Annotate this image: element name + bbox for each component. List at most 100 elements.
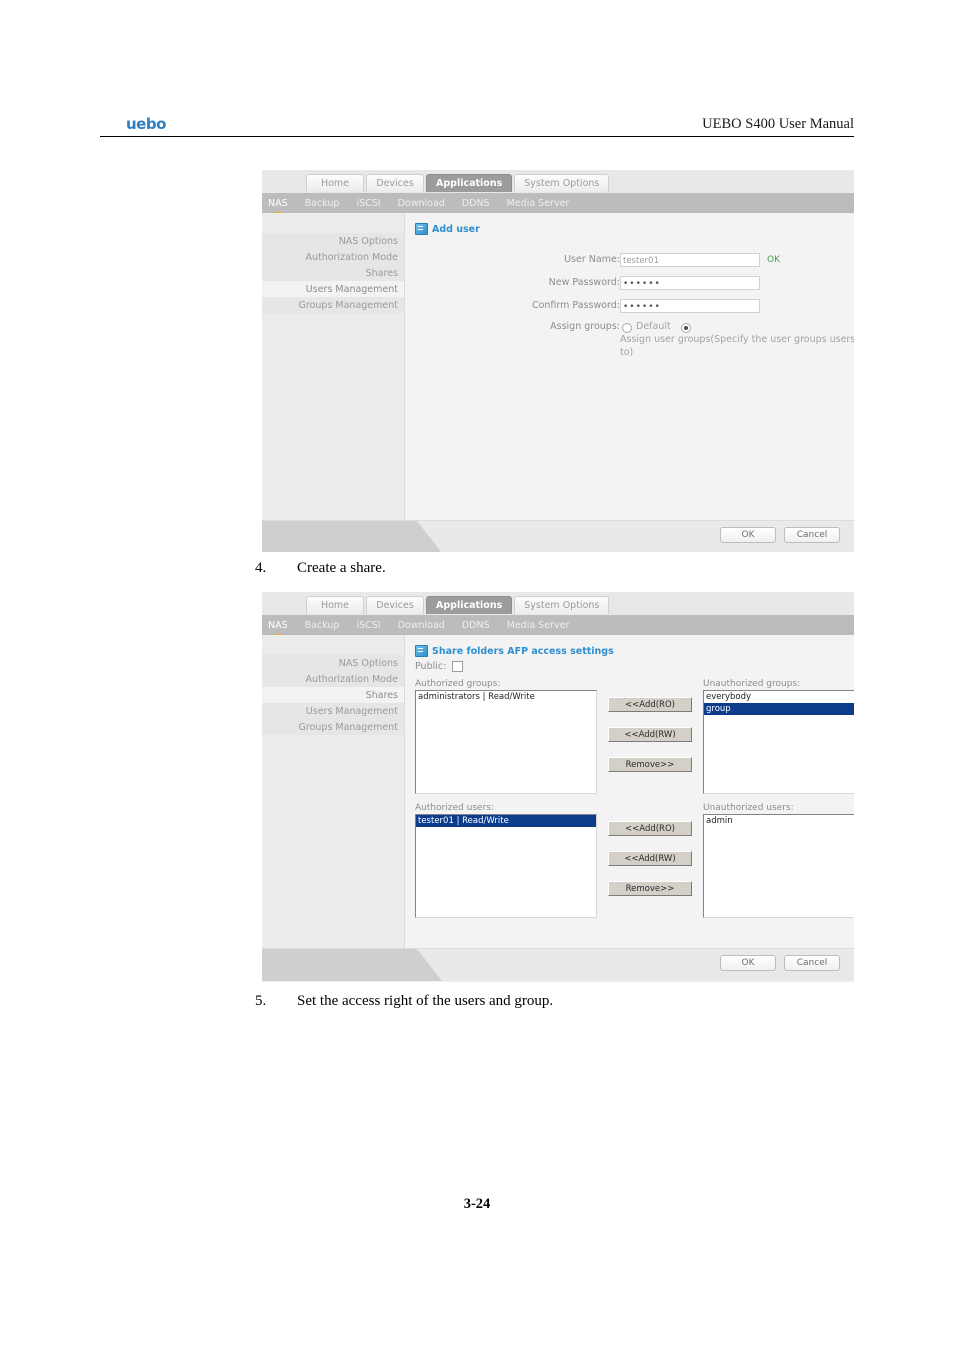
footer-bar: OK Cancel (262, 520, 854, 552)
content-panel-2: Share folders AFP access settings Public… (405, 635, 854, 948)
subnav-item-media-server[interactable]: Media Server (507, 620, 570, 631)
tab-home[interactable]: Home (306, 596, 364, 614)
nas-web-ui-2: Home Devices Applications System Options… (262, 592, 854, 982)
tab-devices[interactable]: Devices (366, 596, 424, 614)
unauthorized-users-list[interactable]: admin (703, 814, 854, 918)
users-body: tester01 | Read/Write <<Add(RO) <<Add(RW… (415, 814, 854, 918)
tab-system-options[interactable]: System Options (514, 596, 610, 614)
subnav-item-ddns[interactable]: DDNS (462, 620, 490, 631)
subnav-item-iscsi[interactable]: iSCSI (356, 198, 380, 209)
users-add-rw-button[interactable]: <<Add(RW) (608, 851, 692, 866)
step-4-text: Create a share. (297, 560, 386, 576)
sidebar-item-users-management[interactable]: Users Management (262, 703, 404, 719)
step-5-text: Set the access right of the users and gr… (297, 993, 554, 1009)
sidebar-item-users-management[interactable]: Users Management (262, 281, 404, 297)
cancel-button[interactable]: Cancel (784, 955, 840, 971)
assign-groups-label: Assign groups: (550, 321, 620, 332)
main-tabstrip: Home Devices Applications System Options (262, 170, 854, 193)
list-item[interactable]: admin (704, 815, 854, 827)
subnav-item-backup[interactable]: Backup (305, 620, 340, 631)
share-folder-icon (415, 645, 428, 657)
users-remove-button[interactable]: Remove>> (608, 881, 692, 896)
step-5-number: 5. (255, 993, 267, 1009)
cancel-button[interactable]: Cancel (784, 527, 840, 543)
main-tabs[interactable]: Home Devices Applications System Options (306, 174, 611, 192)
page-number: 3-24 (463, 1196, 491, 1212)
add-user-form: User Name: tester01 OK New Password: •••… (515, 251, 854, 358)
users-add-ro-button[interactable]: <<Add(RO) (608, 821, 692, 836)
groups-transfer: Authorized groups: Unauthorized groups: … (415, 679, 854, 794)
sidebar-item-shares[interactable]: Shares (262, 265, 404, 281)
sidebar-item-groups-management[interactable]: Groups Management (262, 297, 404, 313)
row-username: User Name: tester01 OK (515, 251, 854, 268)
footer-buttons: OK Cancel (712, 527, 840, 543)
tab-system-options[interactable]: System Options (514, 174, 610, 192)
list-item[interactable]: administrators | Read/Write (416, 691, 596, 703)
tab-devices[interactable]: Devices (366, 174, 424, 192)
add-user-icon (415, 223, 428, 235)
main-tabstrip-2: Home Devices Applications System Options (262, 592, 854, 615)
page-header: uebo UEBO S400 User Manual (100, 110, 854, 137)
users-headers: Authorized users: Unauthorized users: (415, 803, 854, 813)
radio-default-label: Default (636, 321, 671, 332)
authorized-users-label: Authorized users: (415, 803, 494, 813)
subnav-item-download[interactable]: Download (398, 620, 445, 631)
users-spacer (597, 803, 703, 813)
groups-add-rw-button[interactable]: <<Add(RW) (608, 727, 692, 742)
main-tabs-2[interactable]: Home Devices Applications System Options (306, 596, 611, 614)
groups-remove-button[interactable]: Remove>> (608, 757, 692, 772)
sidebar-item-nas-options[interactable]: NAS Options (262, 233, 404, 249)
sidebar-item-nas-options[interactable]: NAS Options (262, 655, 404, 671)
list-item[interactable]: group (704, 703, 854, 715)
public-checkbox[interactable] (452, 661, 464, 672)
subnav-item-nas[interactable]: NAS (268, 198, 288, 217)
ok-button[interactable]: OK (720, 955, 776, 971)
row-assign-groups: Assign groups: Default Assign user group… (515, 320, 854, 358)
username-label: User Name: (564, 254, 620, 265)
step-5: 5. Set the access right of the users and… (255, 993, 553, 1010)
footer-buttons-2: OK Cancel (712, 955, 840, 971)
confirm-password-label: Confirm Password: (531, 300, 620, 311)
subnav-item-iscsi[interactable]: iSCSI (356, 620, 380, 631)
sidebar-item-authorization-mode[interactable]: Authorization Mode (262, 671, 404, 687)
sidebar-item-authorization-mode[interactable]: Authorization Mode (262, 249, 404, 265)
unauthorized-groups-label: Unauthorized groups: (703, 679, 801, 689)
username-status-badge: OK (767, 254, 780, 265)
sidebar-item-shares[interactable]: Shares (262, 687, 404, 703)
panel-title-label: Add user (432, 223, 480, 235)
authorized-users-list[interactable]: tester01 | Read/Write (415, 814, 597, 918)
tab-home[interactable]: Home (306, 174, 364, 192)
content-panel: Add user User Name: tester01 OK New Pass… (405, 213, 854, 520)
row-new-password: New Password: •••••• (515, 274, 854, 291)
radio-assign-user-groups[interactable] (680, 323, 691, 333)
subnav-item-download[interactable]: Download (398, 198, 445, 209)
sub-navigation-2: NAS Backup iSCSI Download DDNS Media Ser… (262, 615, 854, 639)
authorized-groups-list[interactable]: administrators | Read/Write (415, 690, 597, 794)
groups-add-ro-button[interactable]: <<Add(RO) (608, 697, 692, 712)
panel-title-add-user: Add user (415, 223, 480, 235)
subnav-item-ddns[interactable]: DDNS (462, 198, 490, 209)
panel-title-label: Share folders AFP access settings (432, 645, 614, 657)
subnav-item-nas[interactable]: NAS (268, 620, 288, 639)
new-password-label: New Password: (548, 277, 620, 288)
nas-web-ui: Home Devices Applications System Options… (262, 170, 854, 552)
subnav-item-backup[interactable]: Backup (305, 198, 340, 209)
tab-applications[interactable]: Applications (426, 596, 513, 614)
footer-bar-2: OK Cancel (262, 948, 854, 981)
panel-title-share-access: Share folders AFP access settings (415, 645, 614, 657)
public-label: Public: (415, 661, 447, 672)
subnav-item-media-server[interactable]: Media Server (507, 198, 570, 209)
list-item[interactable]: everybody (704, 691, 854, 703)
radio-assign-user-groups-label: Assign user groups(Specify the user grou… (620, 334, 854, 358)
confirm-password-input[interactable]: •••••• (620, 298, 760, 313)
tab-applications[interactable]: Applications (426, 174, 513, 192)
new-password-input[interactable]: •••••• (620, 275, 760, 290)
users-transfer: Authorized users: Unauthorized users: te… (415, 803, 854, 918)
radio-default[interactable] (622, 323, 632, 333)
list-item[interactable]: tester01 | Read/Write (416, 815, 596, 827)
unauthorized-groups-list[interactable]: everybody group (703, 690, 854, 794)
assign-groups-radio-group[interactable]: Default Assign user groups(Specify the u… (620, 320, 854, 359)
username-input[interactable]: tester01 (620, 252, 760, 267)
sidebar-item-groups-management[interactable]: Groups Management (262, 719, 404, 735)
ok-button[interactable]: OK (720, 527, 776, 543)
